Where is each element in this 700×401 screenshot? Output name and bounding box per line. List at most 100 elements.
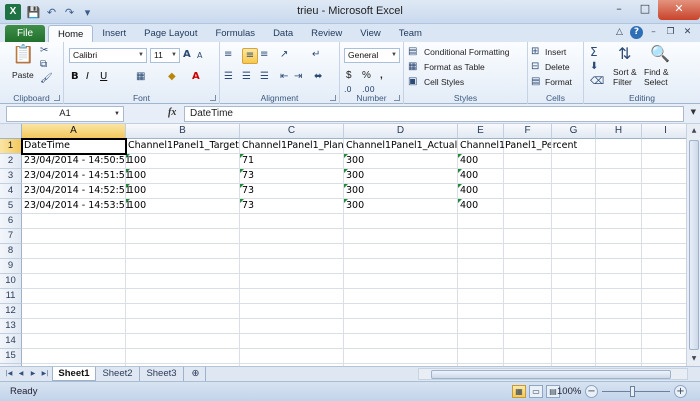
cell-h13[interactable] (596, 319, 642, 334)
tab-review[interactable]: Review (302, 25, 351, 42)
align-left-icon[interactable]: ☰ (224, 70, 233, 84)
cell-c13[interactable] (240, 319, 344, 334)
cell-d7[interactable] (344, 229, 458, 244)
wrap-text-icon[interactable]: ↵ (312, 48, 320, 62)
cell-g3[interactable] (552, 169, 596, 184)
cell-e4[interactable]: 400 (458, 184, 504, 199)
cell-d8[interactable] (344, 244, 458, 259)
clipboard-launcher-icon[interactable] (54, 95, 60, 101)
cell-f15[interactable] (504, 349, 552, 364)
cell-b12[interactable] (126, 304, 240, 319)
cell-c4[interactable]: 73 (240, 184, 344, 199)
tab-page-layout[interactable]: Page Layout (135, 25, 206, 42)
cell-h6[interactable] (596, 214, 642, 229)
cell-a10[interactable] (22, 274, 126, 289)
delete-cells-button[interactable]: Delete (545, 61, 570, 73)
tab-insert[interactable]: Insert (93, 25, 135, 42)
tab-data[interactable]: Data (264, 25, 302, 42)
cell-a7[interactable] (22, 229, 126, 244)
select-label[interactable]: Select (644, 76, 668, 88)
cell-e7[interactable] (458, 229, 504, 244)
paste-icon[interactable]: 📋 (12, 44, 34, 66)
select-all-corner[interactable] (0, 124, 22, 139)
next-sheet-icon[interactable]: ▶ (28, 368, 38, 380)
format-cells-icon[interactable]: ▤ (531, 75, 540, 89)
cell-d9[interactable] (344, 259, 458, 274)
cell-f7[interactable] (504, 229, 552, 244)
conditional-formatting-icon[interactable]: ▤ (408, 45, 417, 59)
tab-view[interactable]: View (351, 25, 389, 42)
tab-home[interactable]: Home (48, 25, 94, 42)
cell-f1[interactable] (504, 139, 552, 154)
cell-e9[interactable] (458, 259, 504, 274)
insert-sheet-icon[interactable]: ⊕ (186, 367, 206, 381)
cell-f3[interactable] (504, 169, 552, 184)
alignment-launcher-icon[interactable] (330, 95, 336, 101)
currency-button[interactable]: $ (346, 70, 352, 82)
cell-c6[interactable] (240, 214, 344, 229)
cell-d15[interactable] (344, 349, 458, 364)
delete-cells-icon[interactable]: ⊟ (531, 60, 539, 74)
cell-i1[interactable] (642, 139, 690, 154)
percent-button[interactable]: % (362, 70, 371, 82)
italic-icon[interactable]: I (86, 70, 89, 84)
row-header-15[interactable]: 15 (0, 349, 22, 364)
font-color-icon[interactable]: A (192, 70, 200, 84)
cell-a12[interactable] (22, 304, 126, 319)
cell-h2[interactable] (596, 154, 642, 169)
cell-f14[interactable] (504, 334, 552, 349)
sort-filter-icon[interactable]: ⇅ (618, 44, 631, 64)
format-cells-button[interactable]: Format (545, 76, 572, 88)
workbook-minimize-icon[interactable]: – (647, 26, 660, 39)
format-as-table-button[interactable]: Format as Table (424, 61, 485, 73)
zoom-level[interactable]: 100% (557, 386, 581, 397)
font-name-select[interactable]: Calibri ▼ (69, 48, 147, 63)
align-middle-icon[interactable]: ≡ (242, 48, 258, 64)
cell-d3[interactable]: 300 (344, 169, 458, 184)
comma-button[interactable]: , (380, 70, 383, 82)
cell-f4[interactable] (504, 184, 552, 199)
cell-a15[interactable] (22, 349, 126, 364)
cell-a5[interactable]: 23/04/2014 - 14:53:51 (22, 199, 131, 214)
font-size-select[interactable]: 11 ▼ (150, 48, 180, 63)
borders-icon[interactable]: ▦ (136, 70, 145, 84)
normal-view-icon[interactable]: ▦ (512, 385, 526, 398)
cell-i10[interactable] (642, 274, 690, 289)
minimize-button[interactable]: – (606, 0, 632, 20)
conditional-formatting-button[interactable]: Conditional Formatting (424, 46, 510, 58)
expand-formula-icon[interactable]: ▼ (691, 108, 696, 116)
row-header-14[interactable]: 14 (0, 334, 22, 349)
cell-a8[interactable] (22, 244, 126, 259)
cell-b1[interactable]: Channel1Panel1_Target (126, 139, 240, 154)
format-painter-icon[interactable]: 🖌 (40, 72, 53, 86)
cell-c9[interactable] (240, 259, 344, 274)
row-header-8[interactable]: 8 (0, 244, 22, 259)
cell-h11[interactable] (596, 289, 642, 304)
cell-c10[interactable] (240, 274, 344, 289)
cell-a14[interactable] (22, 334, 126, 349)
cell-g13[interactable] (552, 319, 596, 334)
row-header-12[interactable]: 12 (0, 304, 22, 319)
tab-team[interactable]: Team (390, 25, 431, 42)
cell-a13[interactable] (22, 319, 126, 334)
cell-f5[interactable] (504, 199, 552, 214)
cell-f2[interactable] (504, 154, 552, 169)
cell-f12[interactable] (504, 304, 552, 319)
grow-font-icon[interactable]: A (183, 48, 191, 62)
cell-b13[interactable] (126, 319, 240, 334)
tab-file[interactable]: File (5, 25, 45, 42)
align-top-icon[interactable]: ≡ (224, 48, 232, 62)
cell-i12[interactable] (642, 304, 690, 319)
orientation-icon[interactable]: ↗ (280, 48, 288, 62)
column-header-h[interactable]: H (596, 124, 642, 139)
page-layout-view-icon[interactable]: ▭ (529, 385, 543, 398)
cell-e12[interactable] (458, 304, 504, 319)
align-right-icon[interactable]: ☰ (260, 70, 269, 84)
name-box[interactable]: A1 ▼ (6, 106, 124, 122)
row-header-2[interactable]: 2 (0, 154, 22, 169)
cell-e14[interactable] (458, 334, 504, 349)
cell-i6[interactable] (642, 214, 690, 229)
cell-h14[interactable] (596, 334, 642, 349)
row-header-13[interactable]: 13 (0, 319, 22, 334)
row-header-7[interactable]: 7 (0, 229, 22, 244)
